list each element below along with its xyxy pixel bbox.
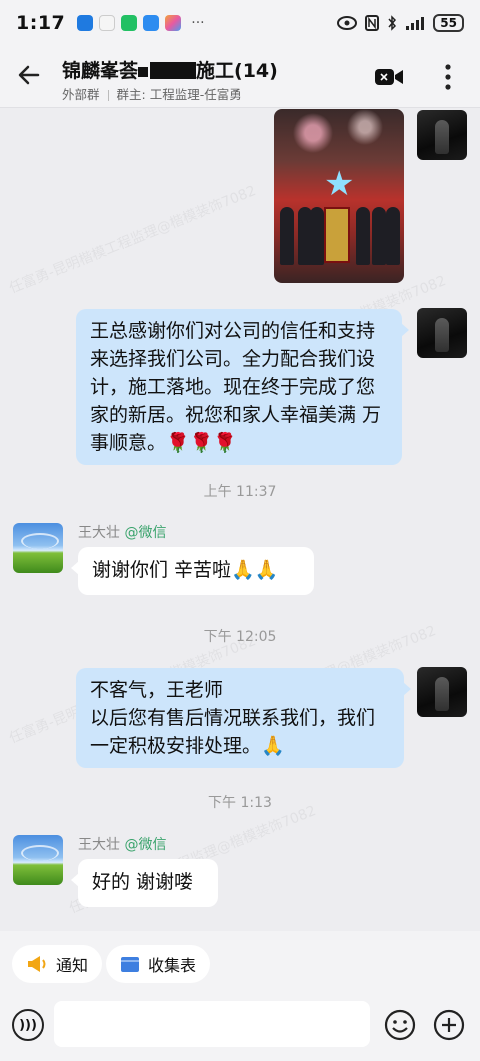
chat-header: 锦麟峯荟 施工(14) 外部群 群主: 工程监理-任富勇 (0, 46, 480, 108)
form-label: 收集表 (148, 956, 197, 975)
add-icon[interactable] (433, 1009, 465, 1041)
title-suffix: 施工 (196, 60, 235, 82)
message-timestamp: 上午 11:37 (203, 484, 277, 500)
folder-icon (121, 957, 139, 972)
my-avatar[interactable] (417, 110, 467, 160)
emoji-icon[interactable] (384, 1009, 416, 1041)
redaction (138, 66, 149, 77)
notice-label: 通知 (56, 956, 89, 975)
sender-avatar[interactable] (13, 835, 63, 885)
chat-title: 锦麟峯荟 施工(14) (62, 56, 278, 83)
bluetooth-icon (388, 15, 397, 31)
group-owner: 群主: 工程监理-任富勇 (116, 87, 242, 102)
notification-icons: ··· (77, 15, 205, 31)
sticker-star: ★ (324, 164, 355, 204)
sender-name: 王大壮 @微信 (78, 837, 167, 853)
video-call-icon[interactable] (374, 66, 404, 88)
message-icon (143, 15, 160, 31)
watermark: 任富勇-昆明楷模工程监理@楷模装饰7082 (7, 182, 259, 297)
status-bar: 1:17 ··· 55 (0, 0, 480, 46)
app-icon (99, 15, 116, 31)
my-avatar[interactable] (417, 667, 467, 717)
quick-actions-bar: 通知 收集表 (0, 931, 480, 995)
voice-input-icon[interactable]: ))) (12, 1009, 44, 1041)
eye-icon (337, 16, 358, 30)
signal-icon (406, 17, 425, 30)
message-timestamp: 下午 12:05 (203, 629, 277, 645)
message-bubble-received[interactable]: 谢谢你们 辛苦啦🙏🙏 (71, 547, 314, 595)
shared-photo[interactable]: ★ (274, 109, 404, 283)
notice-button[interactable]: 通知 (12, 945, 103, 983)
more-notifications-icon: ··· (191, 15, 205, 31)
form-button[interactable]: 收集表 (106, 945, 211, 983)
input-bar: ))) (0, 995, 480, 1061)
status-time: 1:17 (16, 12, 66, 34)
pennant-banner (324, 207, 350, 263)
sender-name: 王大壮 @微信 (78, 525, 167, 541)
battery-indicator: 55 (433, 14, 464, 32)
my-avatar[interactable] (417, 308, 467, 358)
back-arrow-icon[interactable] (14, 60, 44, 90)
system-status: 55 (337, 14, 464, 32)
message-bubble-sent[interactable]: 不客气，王老师 以后您有售后情况联系我们，我们一定积极安排处理。🙏 (76, 668, 411, 768)
message-list[interactable]: 任富勇-昆明楷模工程监理@楷模装饰7082 任富勇-昆明楷模工程监理@楷模装饰7… (0, 109, 480, 931)
message-bubble-sent[interactable]: 王总感谢你们对公司的信任和支持来选择我们公司。全力配合我们设计，施工落地。现在终… (76, 309, 409, 465)
message-line: 以后您有售后情况联系我们，我们一定积极安排处理。🙏 (90, 707, 376, 757)
message-input[interactable] (54, 1001, 370, 1047)
nfc-icon (365, 15, 380, 31)
alipay-icon (77, 15, 94, 31)
redaction (150, 61, 197, 79)
megaphone-icon (28, 956, 46, 972)
sender-avatar[interactable] (13, 523, 63, 573)
title-prefix: 锦麟峯荟 (62, 60, 139, 82)
group-type: 外部群 (62, 87, 100, 102)
message-timestamp: 下午 1:13 (208, 795, 272, 811)
photos-icon (165, 15, 182, 31)
member-count: (14) (234, 60, 278, 82)
message-line: 不客气，王老师 (90, 679, 224, 701)
more-options-icon[interactable] (444, 63, 452, 91)
group-info: 外部群 群主: 工程监理-任富勇 (62, 84, 242, 103)
message-bubble-received[interactable]: 好的 谢谢喽 (71, 859, 218, 907)
wechat-icon (121, 15, 138, 31)
